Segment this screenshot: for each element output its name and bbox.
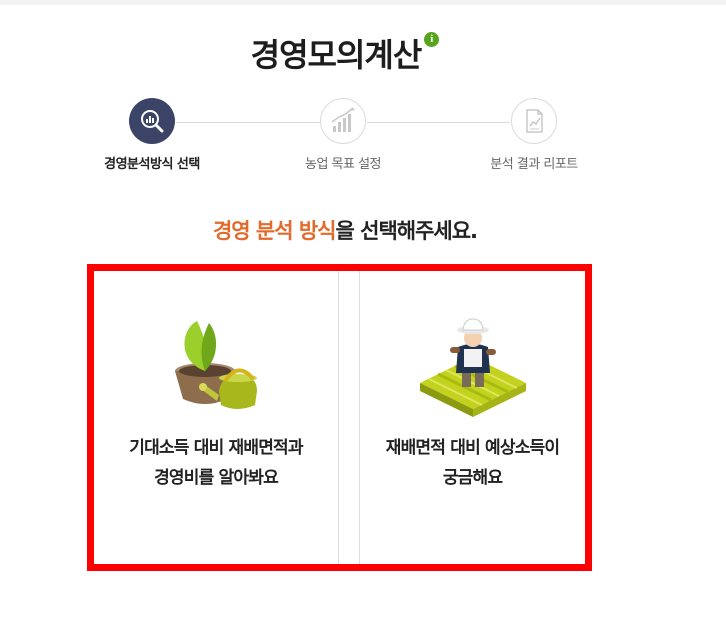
option-line: 궁금해요	[442, 468, 503, 488]
farmer-field-icon	[419, 318, 526, 417]
step-result-report: 분석 결과 리포트	[464, 98, 604, 172]
option-line: 재배면적 대비 예상소득이	[385, 438, 560, 458]
analysis-magnifier-icon	[141, 110, 164, 133]
progress-steps: 경영분석방식 선택 농업 목표 설정 분석 결과 리포트	[0, 98, 726, 178]
selection-prompt: 경영 분석 방식을 선택해주세요.	[0, 215, 690, 245]
option-line: 경영비를 알아봐요	[154, 468, 279, 488]
sprout-watering-can-icon	[175, 321, 257, 409]
option-line: 기대소득 대비 재배면적과	[129, 438, 303, 458]
page-title: 경영모의계산	[250, 36, 423, 74]
report-document-icon	[526, 109, 543, 133]
prompt-highlight: 경영 분석 방식	[212, 219, 337, 243]
step-farm-goal: 농업 목표 설정	[273, 98, 413, 172]
step-label: 경영분석방식 선택	[104, 157, 200, 172]
step-label: 분석 결과 리포트	[490, 157, 578, 172]
analysis-options: 기대소득 대비 재배면적과 경영비를 알아봐요 재배면적 대비 예상소득이 궁금…	[87, 264, 592, 571]
page-header: 경영모의계산 i	[0, 30, 690, 76]
step-circle	[320, 98, 366, 144]
option-text: 재배면적 대비 예상소득이 궁금해요	[360, 433, 585, 493]
option-area-income-card[interactable]: 재배면적 대비 예상소득이 궁금해요	[359, 271, 585, 564]
step-circle	[511, 98, 557, 144]
step-label: 농업 목표 설정	[304, 157, 382, 172]
option-text: 기대소득 대비 재배면적과 경영비를 알아봐요	[94, 433, 338, 493]
prompt-text: 을 선택해주세요.	[335, 219, 479, 243]
info-icon[interactable]: i	[424, 32, 440, 47]
option-expected-income-card[interactable]: 기대소득 대비 재배면적과 경영비를 알아봐요	[94, 271, 339, 564]
top-bar	[0, 0, 726, 5]
growth-chart-icon	[331, 107, 355, 132]
step-analysis-method: 경영분석방식 선택	[82, 98, 222, 172]
step-circle-active	[129, 98, 175, 144]
